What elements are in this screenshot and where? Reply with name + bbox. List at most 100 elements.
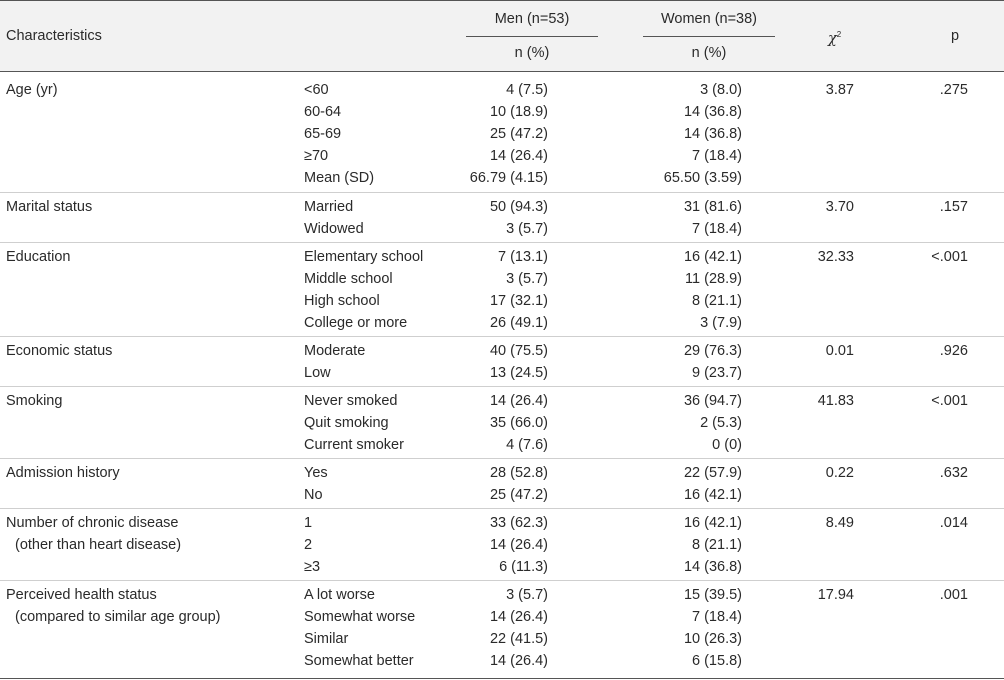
group-label: Education	[6, 246, 71, 268]
category-cell: Elementary school	[304, 249, 424, 265]
women-cell: 7 (18.4)	[692, 148, 742, 164]
group-label: Admission history	[6, 462, 120, 484]
women-cell: 8 (21.1)	[692, 293, 742, 309]
p-value: .632	[939, 465, 968, 481]
men-column: 7 (13.1) 3 (5.7) 17 (32.1) 26 (49.1)	[490, 246, 548, 334]
category-column: Married Widowed	[304, 196, 364, 240]
category-cell: ≥3	[304, 559, 321, 575]
category-cell: Moderate	[304, 343, 366, 359]
women-column: 16 (42.1) 8 (21.1) 14 (36.8)	[684, 512, 742, 578]
men-cell: 13 (24.5)	[489, 365, 548, 381]
category-cell: A lot worse	[304, 587, 375, 603]
p-value: <.001	[931, 249, 968, 265]
women-cell: 10 (26.3)	[683, 631, 742, 647]
category-column: 1 2 ≥3	[304, 512, 320, 578]
women-cell: 3 (8.0)	[700, 82, 742, 98]
women-column: 3 (8.0) 14 (36.8) 14 (36.8) 7 (18.4) 65.50 (…	[664, 79, 742, 189]
category-cell: Somewhat better	[304, 653, 414, 669]
category-cell: High school	[304, 293, 380, 309]
women-column: 15 (39.5) 7 (18.4) 10 (26.3) 6 (15.8)	[684, 584, 742, 672]
header-women: Women (n=38)	[660, 11, 758, 27]
men-cell: 14 (26.4)	[489, 609, 548, 625]
women-cell: 65.50 (3.59)	[663, 170, 742, 186]
group-label: Number of chronic disease (other than hea…	[6, 512, 181, 556]
group-label: Smoking	[6, 390, 62, 412]
p-value: .157	[939, 199, 968, 215]
category-cell: Middle school	[304, 271, 393, 287]
women-cell: 7 (18.4)	[692, 221, 742, 237]
category-cell: 1	[304, 515, 313, 531]
men-cell: 26 (49.1)	[489, 315, 548, 331]
category-cell: Similar	[304, 631, 349, 647]
group-label-line: (other than heart disease)	[15, 537, 182, 553]
women-cell: 15 (39.5)	[683, 587, 742, 603]
chi-square-value: 3.87	[825, 82, 854, 98]
men-cell: 40 (75.5)	[489, 343, 548, 359]
women-cell: 29 (76.3)	[683, 343, 742, 359]
group-label-line: Smoking	[6, 393, 63, 409]
women-cell: 2 (5.3)	[700, 415, 742, 431]
chi-square-value: 8.49	[825, 515, 854, 531]
men-cell: 28 (52.8)	[489, 465, 548, 481]
women-header-rule	[643, 36, 775, 37]
women-cell: 31 (81.6)	[683, 199, 742, 215]
men-cell: 14 (26.4)	[489, 148, 548, 164]
women-cell: 14 (36.8)	[683, 126, 742, 142]
category-column: A lot worse Somewhat worse Similar Somewhat…	[304, 584, 415, 672]
women-cell: 22 (57.9)	[683, 465, 742, 481]
table-group: Admission history Yes No 28 (52.8) 25 (47.2)…	[0, 458, 1004, 509]
men-cell: 3 (5.7)	[506, 221, 548, 237]
table-bottom-rule	[0, 678, 1004, 679]
women-cell: 14 (36.8)	[683, 559, 742, 575]
men-header-rule	[466, 36, 598, 37]
men-cell: 14 (26.4)	[489, 537, 548, 553]
women-cell: 8 (21.1)	[692, 537, 742, 553]
header-characteristics: Characteristics	[6, 28, 102, 44]
category-cell: College or more	[304, 315, 408, 331]
women-cell: 16 (42.1)	[683, 249, 742, 265]
p-value: .014	[939, 515, 968, 531]
category-cell: Widowed	[304, 221, 364, 237]
group-label-line: Age (yr)	[6, 82, 58, 98]
men-cell: 50 (94.3)	[489, 199, 548, 215]
category-cell: Married	[304, 199, 354, 215]
group-label-line: Marital status	[6, 199, 93, 215]
category-cell: ≥70	[304, 148, 329, 164]
p-value: .001	[939, 587, 968, 603]
header-p: p	[951, 28, 960, 44]
men-cell: 4 (7.6)	[506, 437, 548, 453]
category-cell: Somewhat worse	[304, 609, 416, 625]
group-label-line: Education	[6, 249, 71, 265]
men-cell: 6 (11.3)	[499, 559, 548, 575]
group-label: Perceived health status (compared to simi…	[6, 584, 221, 628]
category-cell: Low	[304, 365, 331, 381]
men-cell: 17 (32.1)	[489, 293, 548, 309]
men-column: 14 (26.4) 35 (66.0) 4 (7.6)	[490, 390, 548, 456]
category-cell: 2	[304, 537, 313, 553]
category-column: Moderate Low	[304, 340, 365, 384]
category-cell: No	[304, 487, 323, 503]
category-column: Elementary school Middle school High schoo…	[304, 246, 423, 334]
category-column: <60 60-64 65-69 ≥70 Mean (SD)	[304, 79, 374, 189]
header-women-sub: n (%)	[691, 45, 727, 61]
group-label-line: Perceived health status	[6, 587, 157, 603]
chi-square-value: 17.94	[817, 587, 854, 603]
chi-square-value: 32.33	[817, 249, 854, 265]
men-cell: 3 (5.7)	[506, 271, 548, 287]
category-cell: Mean (SD)	[304, 170, 375, 186]
chi-square-value: 3.70	[825, 199, 854, 215]
table-header: Characteristics Men (n=53) Women (n=38) …	[0, 0, 1004, 72]
women-cell: 36 (94.7)	[683, 393, 742, 409]
category-cell: 60-64	[304, 104, 342, 120]
p-value: .926	[939, 343, 968, 359]
category-cell: Never smoked	[304, 393, 398, 409]
group-label: Marital status	[6, 196, 92, 218]
women-cell: 3 (7.9)	[700, 315, 742, 331]
men-column: 33 (62.3) 14 (26.4) 6 (11.3)	[490, 512, 548, 578]
group-label-line: Number of chronic disease	[6, 515, 179, 531]
men-cell: 4 (7.5)	[506, 82, 548, 98]
men-column: 40 (75.5) 13 (24.5)	[490, 340, 548, 384]
women-cell: 14 (36.8)	[683, 104, 742, 120]
group-label: Age (yr)	[6, 79, 58, 101]
men-cell: 22 (41.5)	[489, 631, 548, 647]
